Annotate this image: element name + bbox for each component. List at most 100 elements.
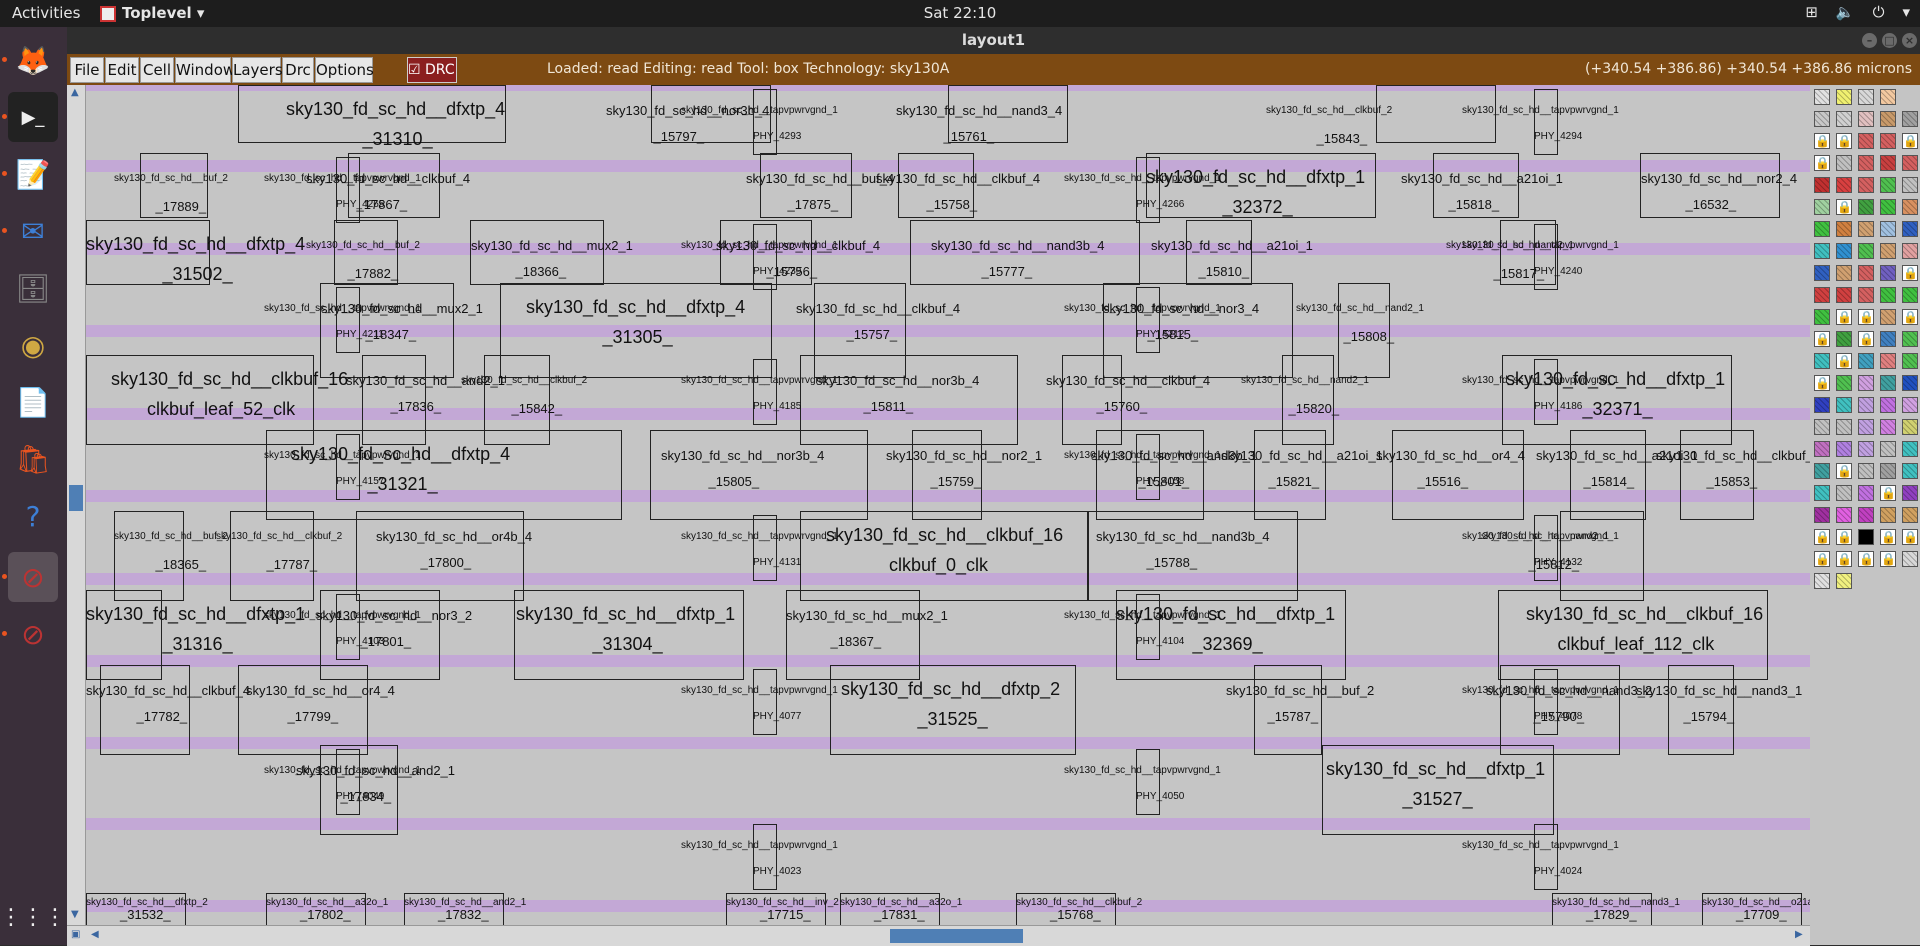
layer-swatch[interactable] [1858,177,1874,193]
tap-cell[interactable] [1534,515,1558,581]
layer-swatch[interactable] [1836,375,1852,391]
layer-swatch[interactable] [1880,155,1896,171]
layer-swatch[interactable] [1814,573,1830,589]
vertical-scrollbar[interactable]: ▲ ▼ [67,85,86,925]
layer-swatch[interactable] [1814,463,1830,479]
layer-swatch[interactable] [1902,353,1918,369]
layer-swatch[interactable] [1858,221,1874,237]
layer-swatch[interactable] [1836,331,1852,347]
layer-swatch[interactable] [1858,397,1874,413]
layer-swatch[interactable] [1836,221,1852,237]
layer-swatch[interactable] [1902,507,1918,523]
layer-swatch[interactable] [1880,331,1896,347]
lock-icon[interactable]: 🔒 [1836,309,1852,325]
firefox-icon[interactable]: 🦊 [8,35,58,85]
layer-swatch[interactable] [1858,529,1874,545]
layer-swatch[interactable] [1880,111,1896,127]
lock-icon[interactable]: 🔒 [1902,529,1918,545]
menu-layers[interactable]: Layers [232,57,283,83]
layer-swatch[interactable] [1880,507,1896,523]
lock-icon[interactable]: 🔒 [1880,529,1896,545]
layer-swatch[interactable] [1902,397,1918,413]
layer-swatch[interactable] [1836,485,1852,501]
layer-swatch[interactable] [1902,199,1918,215]
layer-swatch[interactable] [1880,287,1896,303]
libreoffice-impress-icon[interactable]: 📄 [8,377,58,427]
tap-cell[interactable] [336,287,360,353]
tap-cell[interactable] [1136,749,1160,815]
layer-swatch[interactable] [1858,485,1874,501]
layer-swatch[interactable] [1814,89,1830,105]
layer-swatch[interactable] [1836,243,1852,259]
lock-icon[interactable]: 🔒 [1858,309,1874,325]
lock-icon[interactable]: 🔒 [1836,353,1852,369]
tap-cell[interactable] [753,824,777,890]
tap-cell[interactable] [1534,89,1558,155]
menu-cell[interactable]: Cell [140,57,174,83]
lock-icon[interactable]: 🔒 [1880,485,1896,501]
network-icon[interactable]: ⊞ [1805,3,1818,21]
tap-cell[interactable] [753,359,777,425]
layer-swatch[interactable] [1858,463,1874,479]
clock[interactable]: Sat 22:10 [0,4,1920,22]
tap-cell[interactable] [1136,434,1160,500]
layer-swatch[interactable] [1814,243,1830,259]
menu-drc[interactable]: Drc [282,57,314,83]
layer-swatch[interactable] [1902,221,1918,237]
layer-swatch[interactable] [1902,177,1918,193]
thunderbird-icon[interactable]: ✉ [8,206,58,256]
layer-swatch[interactable] [1814,265,1830,281]
layer-swatch[interactable] [1902,419,1918,435]
layer-swatch[interactable] [1880,463,1896,479]
layer-swatch[interactable] [1814,177,1830,193]
layer-swatch[interactable] [1858,287,1874,303]
cell-instance[interactable] [230,511,314,601]
layer-swatch[interactable] [1858,133,1874,149]
layer-swatch[interactable] [1814,111,1830,127]
layer-swatch[interactable] [1858,507,1874,523]
layer-swatch[interactable] [1836,287,1852,303]
layer-swatch[interactable] [1880,309,1896,325]
layer-swatch[interactable] [1880,243,1896,259]
layer-swatch[interactable] [1880,199,1896,215]
layer-swatch[interactable] [1858,419,1874,435]
tap-cell[interactable] [753,669,777,735]
layer-swatch[interactable] [1858,353,1874,369]
layer-swatch[interactable] [1902,485,1918,501]
show-applications-icon[interactable]: ⋮⋮⋮ [0,892,66,942]
layer-swatch[interactable] [1836,419,1852,435]
cell-instance[interactable] [114,511,184,601]
layer-swatch[interactable] [1902,375,1918,391]
lock-icon[interactable]: 🔒 [1858,331,1874,347]
lock-icon[interactable]: 🔒 [1836,199,1852,215]
lock-icon[interactable]: 🔒 [1902,265,1918,281]
layer-swatch[interactable] [1858,243,1874,259]
maximize-button[interactable]: □ [1882,33,1897,48]
tap-cell[interactable] [336,749,360,815]
layer-swatch[interactable] [1836,111,1852,127]
lock-icon[interactable]: 🔒 [1814,375,1830,391]
drc-toggle[interactable]: ☑ DRC [407,57,457,83]
zoom-box-icon[interactable]: ▣ [71,929,80,940]
scroll-right-icon[interactable]: ▶ [1795,929,1803,940]
app-center-icon[interactable]: 🛍 [8,434,58,484]
lock-icon[interactable]: 🔒 [1814,133,1830,149]
magic-icon[interactable]: ⊘ [8,552,58,602]
layer-swatch[interactable] [1836,573,1852,589]
layer-swatch[interactable] [1836,177,1852,193]
menu-window[interactable]: Window [175,57,235,83]
magic-icon[interactable]: ⊘ [8,609,58,659]
layer-swatch[interactable] [1836,89,1852,105]
lock-icon[interactable]: 🔒 [1902,309,1918,325]
lock-icon[interactable]: 🔒 [1836,463,1852,479]
layer-swatch[interactable] [1902,463,1918,479]
lock-icon[interactable]: 🔒 [1814,551,1830,567]
window-titlebar[interactable]: layout1 – □ × [67,27,1920,54]
help-icon[interactable]: ? [8,491,58,541]
layer-swatch[interactable] [1858,155,1874,171]
layer-swatch[interactable] [1858,441,1874,457]
volume-icon[interactable]: 🔈 [1836,3,1855,21]
layer-swatch[interactable] [1858,89,1874,105]
layer-swatch[interactable] [1880,89,1896,105]
lock-icon[interactable]: 🔒 [1836,551,1852,567]
